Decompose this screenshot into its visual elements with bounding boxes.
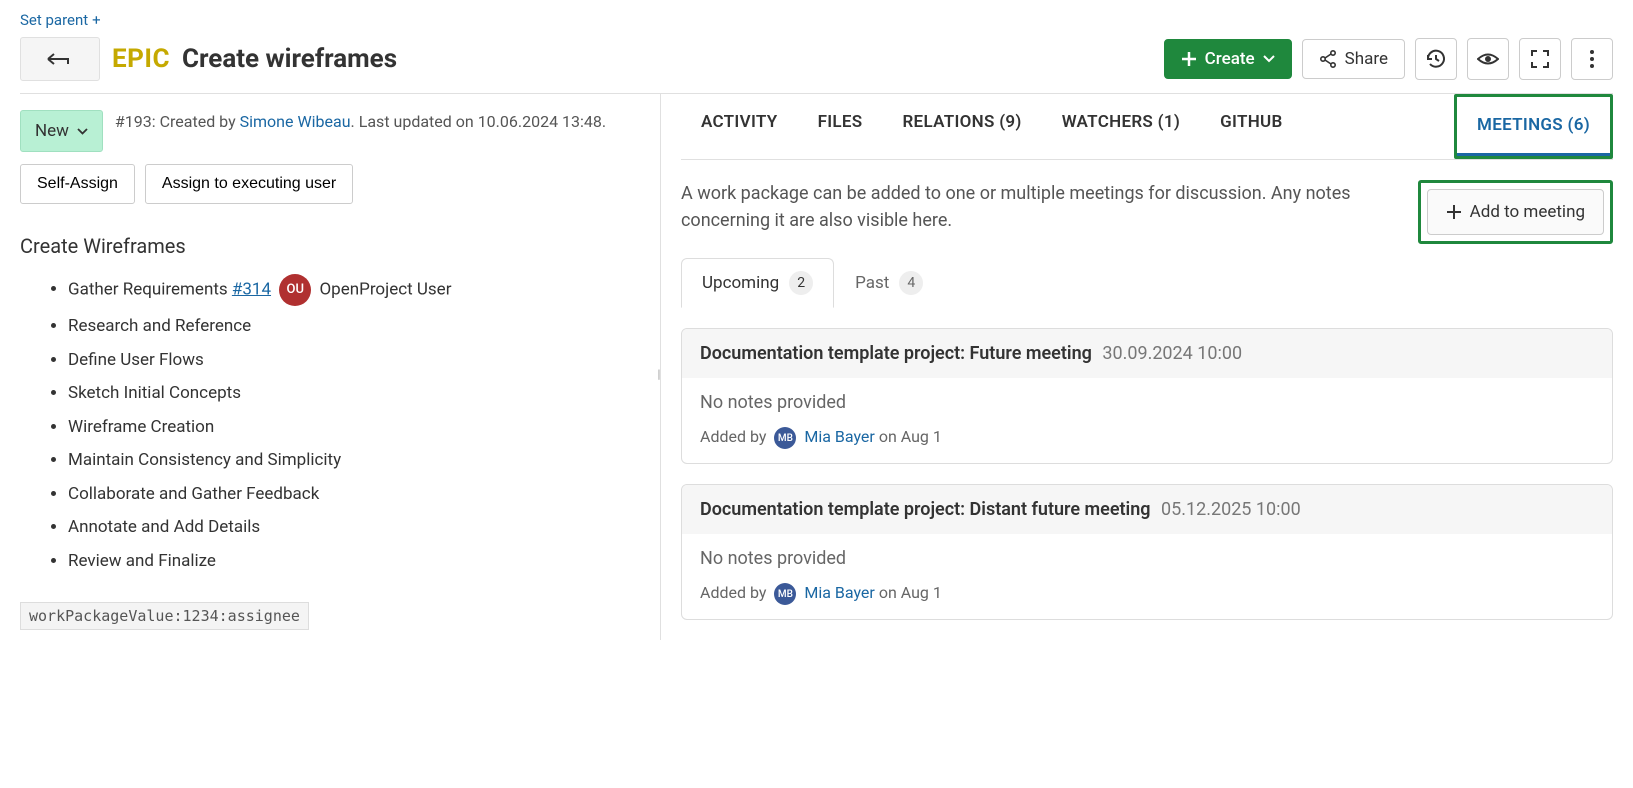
work-package-ref[interactable]: #314 xyxy=(232,279,271,299)
tabs: ACTIVITY FILES RELATIONS (9) WATCHERS (1… xyxy=(681,94,1613,160)
past-count: 4 xyxy=(899,271,923,295)
past-label: Past xyxy=(855,273,889,293)
main-content: New #193: Created by Simone Wibeau. Last… xyxy=(20,94,1613,640)
meeting-notes: No notes provided xyxy=(682,534,1612,583)
more-button[interactable] xyxy=(1571,38,1613,80)
meta-text: #193: Created by Simone Wibeau. Last upd… xyxy=(115,110,606,134)
left-panel: New #193: Created by Simone Wibeau. Last… xyxy=(20,94,660,640)
plus-icon: + xyxy=(92,11,101,29)
chevron-down-icon xyxy=(1263,55,1275,63)
action-buttons: Self-Assign Assign to executing user xyxy=(20,164,640,204)
page-title[interactable]: Create wireframes xyxy=(182,44,397,74)
meta-row: New #193: Created by Simone Wibeau. Last… xyxy=(20,110,640,152)
watch-button[interactable] xyxy=(1467,38,1509,80)
avatar[interactable]: OU xyxy=(279,274,311,306)
list-item: Wireframe Creation xyxy=(68,415,640,441)
expand-icon xyxy=(1531,50,1549,68)
list-item: Collaborate and Gather Feedback xyxy=(68,482,640,508)
status-label: New xyxy=(35,121,69,141)
meeting-card: Documentation template project: Future m… xyxy=(681,328,1613,464)
meeting-date: 30.09.2024 10:00 xyxy=(1102,343,1242,364)
ref-user: OpenProject User xyxy=(319,279,451,299)
meeting-footer: Added by MB Mia Bayer on Aug 1 xyxy=(682,583,1612,619)
list-item: Annotate and Add Details xyxy=(68,515,640,541)
chevron-down-icon xyxy=(77,128,88,135)
add-meeting-label: Add to meeting xyxy=(1470,202,1585,222)
list-item: Sketch Initial Concepts xyxy=(68,381,640,407)
avatar[interactable]: MB xyxy=(774,583,796,605)
sub-tab-upcoming[interactable]: Upcoming 2 xyxy=(681,258,834,308)
tab-activity[interactable]: ACTIVITY xyxy=(681,94,798,159)
added-by-prefix: Added by xyxy=(700,427,766,446)
meeting-title: Documentation template project: Future m… xyxy=(700,343,1092,364)
header-row: EPIC Create wireframes Create Share xyxy=(20,37,1613,81)
self-assign-button[interactable]: Self-Assign xyxy=(20,164,135,204)
meeting-footer: Added by MB Mia Bayer on Aug 1 xyxy=(682,427,1612,463)
add-meeting-highlight: Add to meeting xyxy=(1418,180,1613,244)
tab-relations[interactable]: RELATIONS (9) xyxy=(882,94,1041,159)
right-panel: || ACTIVITY FILES RELATIONS (9) WATCHERS… xyxy=(660,94,1613,640)
back-button[interactable] xyxy=(20,37,100,81)
list-item: Gather Requirements #314 OU OpenProject … xyxy=(68,274,640,306)
status-dropdown[interactable]: New xyxy=(20,110,103,152)
author-link[interactable]: Simone Wibeau xyxy=(240,112,351,131)
header-actions: Create Share xyxy=(1164,38,1613,80)
tab-github[interactable]: GITHUB xyxy=(1200,94,1302,159)
avatar[interactable]: MB xyxy=(774,427,796,449)
meta-suffix: . Last updated on 10.06.2024 13:48. xyxy=(351,112,607,131)
share-label: Share xyxy=(1345,49,1388,69)
share-button[interactable]: Share xyxy=(1302,39,1405,79)
sub-tab-past[interactable]: Past 4 xyxy=(834,258,944,308)
user-link[interactable]: Mia Bayer xyxy=(804,427,874,446)
meetings-description: A work package can be added to one or mu… xyxy=(681,180,1398,234)
eye-icon xyxy=(1477,52,1499,66)
tab-watchers[interactable]: WATCHERS (1) xyxy=(1042,94,1200,159)
meeting-title: Documentation template project: Distant … xyxy=(700,499,1151,520)
added-on: on Aug 1 xyxy=(879,427,942,446)
list-item: Define User Flows xyxy=(68,348,640,374)
set-parent-label: Set parent xyxy=(20,11,88,29)
user-link[interactable]: Mia Bayer xyxy=(804,583,874,602)
resize-handle[interactable]: || xyxy=(657,367,659,381)
set-parent-link[interactable]: Set parent + xyxy=(20,11,101,29)
meetings-tab-highlight: MEETINGS (6) xyxy=(1454,94,1613,159)
meeting-date: 05.12.2025 10:00 xyxy=(1161,499,1301,520)
upcoming-label: Upcoming xyxy=(702,273,779,293)
list-item: Maintain Consistency and Simplicity xyxy=(68,448,640,474)
meeting-header[interactable]: Documentation template project: Distant … xyxy=(682,485,1612,534)
create-label: Create xyxy=(1205,49,1255,69)
description-title: Create Wireframes xyxy=(20,234,640,258)
meeting-sub-tabs: Upcoming 2 Past 4 xyxy=(681,258,1613,308)
meeting-notes: No notes provided xyxy=(682,378,1612,427)
assign-executing-button[interactable]: Assign to executing user xyxy=(145,164,353,204)
code-snippet: workPackageValue:1234:assignee xyxy=(20,602,309,630)
add-to-meeting-button[interactable]: Add to meeting xyxy=(1427,189,1604,235)
tab-meetings[interactable]: MEETINGS (6) xyxy=(1457,97,1610,156)
list-item: Review and Finalize xyxy=(68,549,640,575)
work-package-type: EPIC xyxy=(112,44,170,74)
meeting-header[interactable]: Documentation template project: Future m… xyxy=(682,329,1612,378)
create-button[interactable]: Create xyxy=(1164,39,1292,79)
description-list: Gather Requirements #314 OU OpenProject … xyxy=(20,274,640,574)
share-icon xyxy=(1319,50,1337,68)
meeting-card: Documentation template project: Distant … xyxy=(681,484,1613,620)
meta-prefix: #193: Created by xyxy=(115,112,240,131)
meetings-header-row: A work package can be added to one or mu… xyxy=(681,160,1613,258)
list-item: Research and Reference xyxy=(68,314,640,340)
tab-files[interactable]: FILES xyxy=(798,94,883,159)
fullscreen-button[interactable] xyxy=(1519,38,1561,80)
history-button[interactable] xyxy=(1415,38,1457,80)
history-icon xyxy=(1425,48,1447,70)
upcoming-count: 2 xyxy=(789,271,813,295)
added-on: on Aug 1 xyxy=(879,583,942,602)
back-arrow-icon xyxy=(46,52,74,66)
kebab-icon xyxy=(1590,50,1594,68)
added-by-prefix: Added by xyxy=(700,583,766,602)
plus-icon xyxy=(1181,51,1197,67)
plus-icon xyxy=(1446,204,1462,220)
